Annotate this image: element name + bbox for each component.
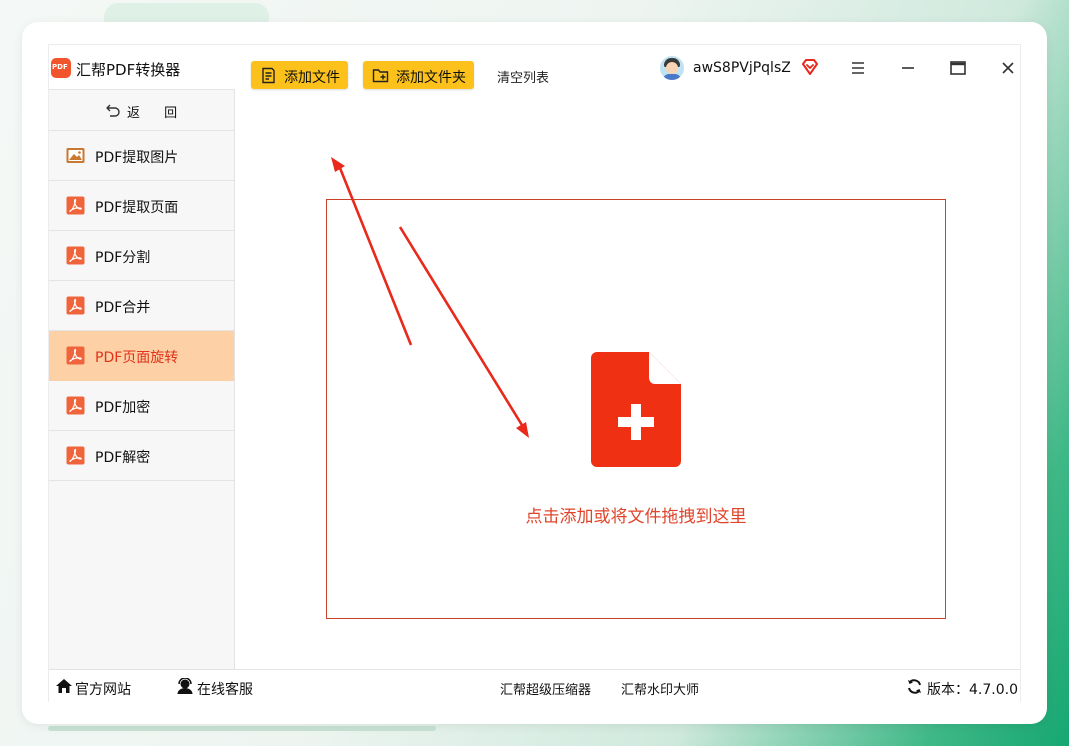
back-button[interactable]: 返 回 [49,90,234,131]
minimize-icon[interactable] [894,54,922,82]
file-drop-zone[interactable]: 点击添加或将文件拖拽到这里 [326,199,946,619]
version-label: 版本：4.7.0.0 [927,682,1018,698]
home-icon [56,679,72,693]
pdf-icon [66,346,85,365]
add-file-label: 添加文件 [284,70,340,86]
sidebar-item-3[interactable]: PDF分割 [49,231,234,281]
refresh-icon[interactable] [906,678,923,695]
drop-hint-text: 点击添加或将文件拖拽到这里 [525,507,747,527]
compressor-link[interactable]: 汇帮超级压缩器 [500,679,591,698]
add-folder-button[interactable]: 添加文件夹 [363,61,474,89]
sidebar-item-1[interactable]: PDF提取图片 [49,131,234,181]
avatar-face [666,62,678,74]
sidebar-item-2[interactable]: PDF提取页面 [49,181,234,231]
customer-service-icon [177,678,193,694]
official-website-link[interactable]: 官方网站 [75,679,131,699]
pdf-icon [66,296,85,315]
pdf-icon [66,196,85,215]
annotation-arrowhead-up [331,157,345,172]
image-icon [66,146,85,165]
sidebar-item-7[interactable]: PDF解密 [49,431,234,481]
app-title: 汇帮PDF转换器 [76,61,181,79]
app-logo-icon: PDF [51,58,71,78]
pdf-icon [66,396,85,415]
pdf-icon [66,246,85,265]
sidebar-item-4[interactable]: PDF合并 [49,281,234,331]
sidebar-item-label: PDF加密 [95,400,151,416]
sidebar-item-6[interactable]: PDF加密 [49,381,234,431]
menu-icon[interactable] [844,54,872,82]
sidebar: 返 回 PDF提取图片 PDF提取页面 PDF分割 PDF合并 PDF页面旋转 PDF加密… [49,89,235,669]
app-logo-text: PDF [52,63,68,71]
sidebar-item-label: PDF页面旋转 [95,350,179,366]
user-avatar[interactable] [660,56,684,80]
close-icon[interactable] [994,54,1022,82]
sidebar-item-label: PDF提取页面 [95,200,179,216]
online-support-link[interactable]: 在线客服 [197,679,253,699]
app-frame: PDF 汇帮PDF转换器 awS8PVjPqlsZ 返 回 PDF提取图片 PD… [48,44,1021,702]
back-arrow-icon [106,104,120,117]
add-file-icon [262,67,275,84]
add-folder-label: 添加文件夹 [396,70,466,86]
watermark-link[interactable]: 汇帮水印大师 [621,679,699,698]
vip-diamond-icon[interactable] [801,58,819,76]
sidebar-item-label: PDF分割 [95,250,151,266]
avatar-shirt [663,74,681,80]
add-file-button[interactable]: 添加文件 [251,61,348,89]
username[interactable]: awS8PVjPqlsZ [693,60,791,76]
pdf-icon [66,446,85,465]
sidebar-item-5[interactable]: PDF页面旋转 [49,331,234,381]
sidebar-item-label: PDF解密 [95,450,151,466]
app-window: PDF 汇帮PDF转换器 awS8PVjPqlsZ 返 回 PDF提取图片 PD… [22,22,1047,724]
add-file-large-icon [591,352,681,467]
background-bar [48,726,436,731]
add-folder-icon [372,69,389,83]
sidebar-item-label: PDF提取图片 [95,150,179,166]
footer: 官方网站 在线客服 汇帮超级压缩器 汇帮水印大师 版本：4.7.0.0 [49,669,1020,702]
back-label: 返 回 [127,106,188,121]
clear-list-button[interactable]: 清空列表 [497,67,549,86]
sidebar-item-label: PDF合并 [95,300,151,316]
maximize-icon[interactable] [944,54,972,82]
